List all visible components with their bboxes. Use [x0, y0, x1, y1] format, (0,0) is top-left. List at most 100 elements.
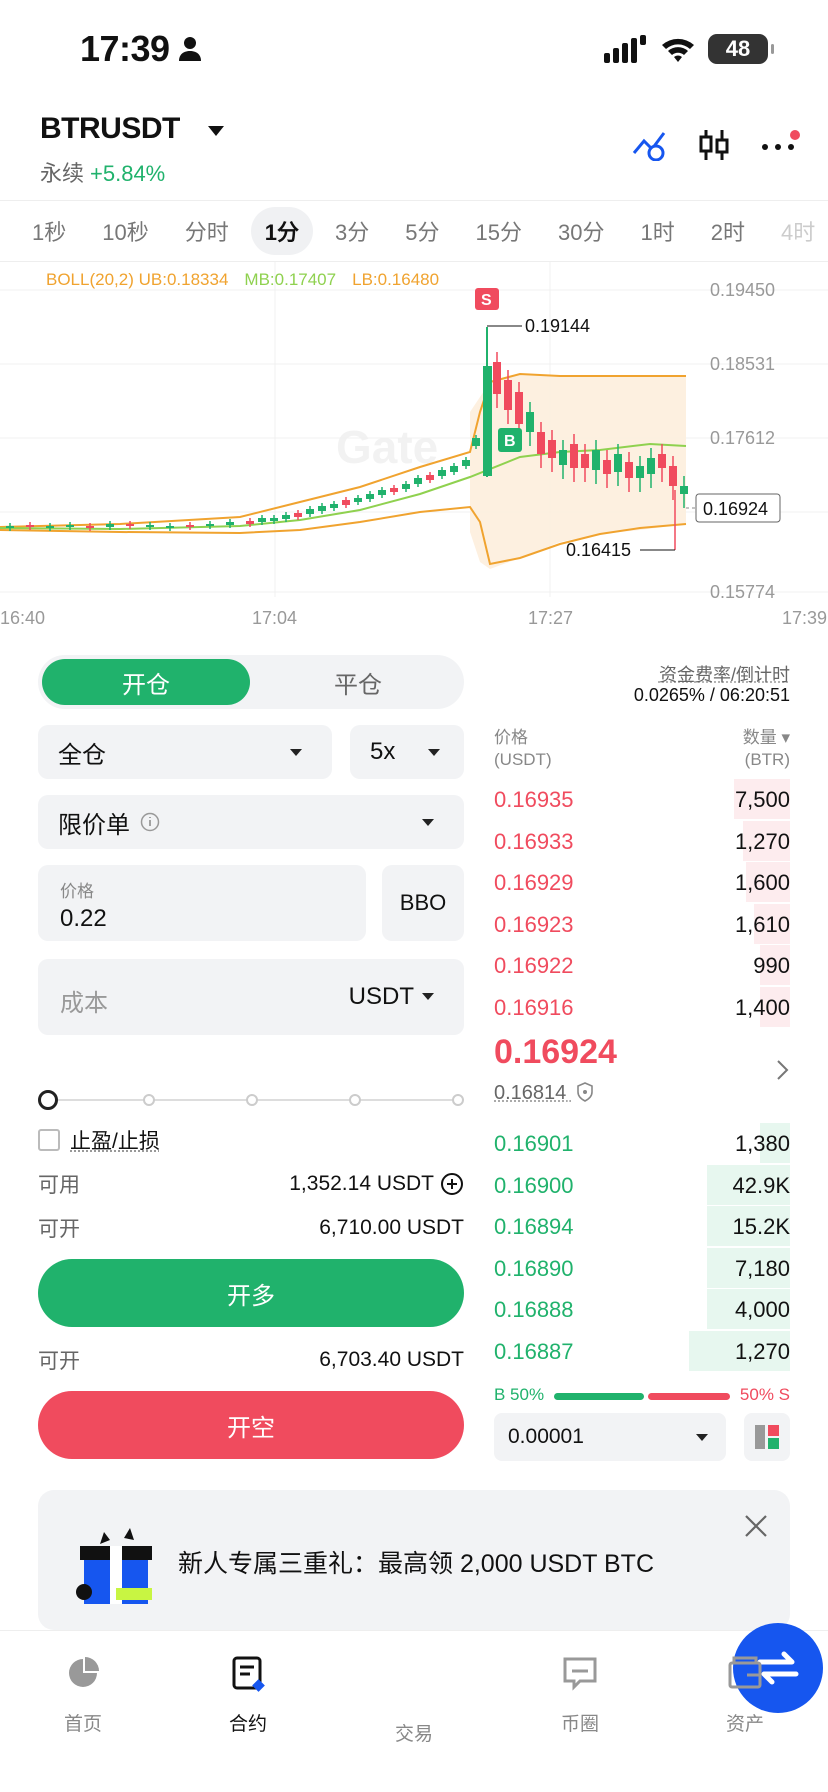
bid-price: 0.16901 [494, 1131, 574, 1156]
interval-tab[interactable]: 10秒 [88, 207, 162, 255]
margin-mode-select[interactable]: 全仓 [38, 725, 332, 779]
bid-row[interactable]: 0.16888 4,000 [494, 1289, 790, 1330]
caret-down-icon[interactable] [208, 126, 224, 136]
buy-sell-ratio: B 50% 50% S [494, 1383, 790, 1409]
battery-icon: 48 [708, 34, 774, 64]
ask-row[interactable]: 0.16933 1,270 [494, 820, 790, 861]
promo-banner[interactable]: 新人专属三重礼：最高领 2,000 USDT BTC [38, 1490, 790, 1630]
nav-trade[interactable]: 交易 [364, 1623, 823, 1746]
x-axis-tick-label: 17:39 [782, 608, 827, 628]
nav-home[interactable]: 首页 [33, 1653, 133, 1736]
leverage-value: 5x [370, 738, 396, 765]
open-long-button[interactable]: 开多 [38, 1259, 464, 1327]
bid-row[interactable]: 0.16890 7,180 [494, 1247, 790, 1288]
y-axis-tick-label: 0.18531 [710, 354, 775, 374]
candle [462, 460, 470, 466]
price-input[interactable]: 价格 0.22 [38, 865, 366, 941]
bid-row[interactable]: 0.16900 42.9K [494, 1164, 790, 1205]
ask-row[interactable]: 0.16923 1,610 [494, 903, 790, 944]
max-long-row: 可开 6,710.00 USDT [38, 1213, 464, 1243]
candlestick-icon[interactable] [698, 128, 730, 162]
order-type-select[interactable]: 限价单 [38, 795, 464, 849]
qty-header[interactable]: 数量 [743, 728, 777, 747]
amount-slider[interactable] [38, 1085, 464, 1115]
caret-down-icon [428, 749, 440, 756]
interval-tab[interactable]: 分时 [171, 207, 243, 255]
interval-tab[interactable]: 30分 [544, 207, 618, 255]
leverage-select[interactable]: 5x [350, 725, 464, 779]
bid-price: 0.16887 [494, 1339, 574, 1364]
home-icon [69, 1657, 99, 1687]
info-icon[interactable] [140, 812, 160, 832]
max-long-label: 可开 [38, 1218, 80, 1241]
cost-unit[interactable]: USDT [349, 983, 414, 1011]
low-price-label: 0.16415 [566, 540, 631, 560]
interval-tabs: 1秒 10秒 分时 1分 3分 5分 15分 30分 1时 2时 4时 [0, 200, 828, 262]
interval-tab[interactable]: 1秒 [18, 207, 80, 255]
caret-down-icon[interactable]: ▾ [781, 728, 790, 747]
more-icon[interactable] [760, 129, 800, 161]
slider-stop[interactable] [246, 1094, 258, 1106]
ask-row[interactable]: 0.16935 7,500 [494, 779, 790, 819]
candle [426, 475, 434, 480]
candle [450, 466, 458, 472]
bid-row[interactable]: 0.16894 15.2K [494, 1206, 790, 1247]
mark-price: 0.16814 [494, 1082, 594, 1105]
slider-stop[interactable] [452, 1094, 464, 1106]
open-short-button[interactable]: 开空 [38, 1391, 464, 1459]
candle [390, 488, 398, 492]
bid-price: 0.16894 [494, 1214, 574, 1240]
max-short-label: 可开 [38, 1350, 80, 1373]
bid-price: 0.16890 [494, 1255, 574, 1281]
candle [66, 525, 74, 527]
bbo-button[interactable]: BBO [382, 865, 464, 941]
cost-input[interactable]: 成本 USDT [38, 959, 464, 1035]
nav-futures-label: 合约 [228, 1714, 267, 1735]
interval-tab[interactable]: 4时 [767, 207, 828, 255]
interval-tab[interactable]: 5分 [391, 207, 453, 255]
candle [438, 470, 446, 476]
ask-row[interactable]: 0.16922 990 [494, 945, 790, 986]
interval-tab[interactable]: 1分 [250, 207, 313, 255]
funding-rate-label[interactable]: 资金费率/倒计时 [659, 661, 790, 687]
precision-select[interactable]: 0.00001 [494, 1413, 726, 1461]
add-circle-icon[interactable] [440, 1172, 464, 1196]
ask-row[interactable]: 0.16916 1,400 [494, 987, 790, 1027]
tpsl-label[interactable]: 止盈/止损 [70, 1125, 160, 1155]
status-icons: 48 [604, 34, 774, 64]
slider-knob[interactable] [38, 1090, 58, 1110]
tab-close-position[interactable]: 平仓 [256, 659, 460, 705]
candle [537, 432, 545, 454]
bid-row[interactable]: 0.16901 1,380 [494, 1123, 790, 1163]
x-axis-tick-label: 17:04 [252, 608, 297, 628]
tpsl-checkbox[interactable] [38, 1129, 60, 1151]
slider-stop[interactable] [349, 1094, 361, 1106]
interval-tab[interactable]: 3分 [321, 207, 383, 255]
nav-community[interactable]: 币圈 [530, 1653, 630, 1736]
bid-qty: 4,000 [734, 1297, 790, 1323]
bottom-nav: 首页 合约 交易 币圈 资产 [0, 1623, 828, 1792]
nav-futures[interactable]: 合约 [198, 1653, 298, 1736]
chevron-right-icon[interactable] [776, 1059, 790, 1081]
interval-tab[interactable]: 1时 [626, 207, 688, 255]
candle [318, 506, 326, 511]
pair-title[interactable]: BTRUSDT [40, 112, 180, 146]
candle [166, 526, 174, 528]
buy-ratio: B 50% [494, 1385, 545, 1404]
bid-row[interactable]: 0.16887 1,270 [494, 1331, 790, 1371]
status-time: 17:39 [80, 28, 170, 69]
interval-tab[interactable]: 2时 [697, 207, 759, 255]
wifi-icon [662, 38, 694, 62]
price-alert-icon[interactable] [632, 129, 668, 161]
slider-stop[interactable] [143, 1094, 155, 1106]
orderbook-layout-button[interactable] [744, 1413, 790, 1461]
ask-qty: 1,610 [734, 911, 790, 937]
candle [592, 450, 600, 470]
kline-chart[interactable]: BOLL(20,2) UB:0.18334 MB:0.17407 LB:0.16… [0, 262, 828, 632]
ask-row[interactable]: 0.16929 1,600 [494, 862, 790, 903]
interval-tab[interactable]: 15分 [462, 207, 536, 255]
nav-assets[interactable]: 资产 [695, 1653, 795, 1736]
bid-qty: 1,270 [734, 1339, 790, 1364]
tab-open-position[interactable]: 开仓 [42, 659, 250, 705]
close-icon[interactable] [744, 1514, 768, 1538]
